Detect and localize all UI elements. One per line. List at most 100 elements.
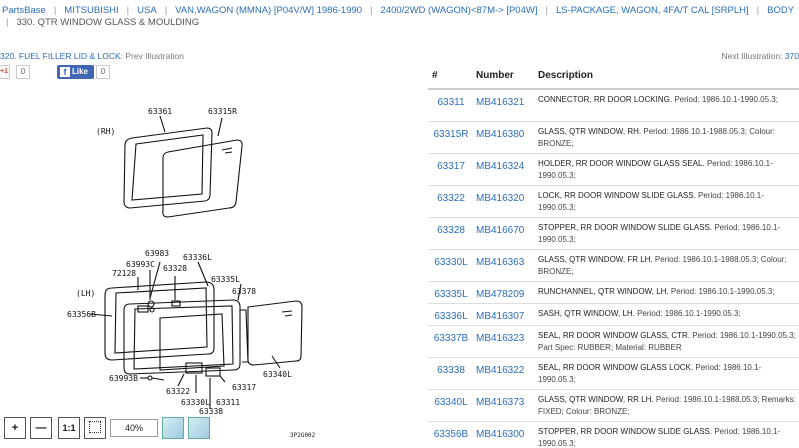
ref-number-link[interactable]: 63330L	[428, 248, 472, 281]
callout-63317: 63317	[232, 383, 256, 392]
ref-number-link[interactable]: 63328	[428, 216, 472, 249]
facebook-icon: f	[60, 67, 70, 77]
col-header-number-ref: #	[428, 63, 472, 90]
part-number-link[interactable]: MB416300	[472, 420, 534, 448]
lh-rear-glass	[247, 300, 303, 366]
part-description: HOLDER, RR DOOR WINDOW GLASS SEAL. Perio…	[534, 152, 799, 185]
part-number-link[interactable]: MB416320	[472, 184, 534, 217]
col-header-part-number: Number	[472, 63, 534, 90]
callout-63335l: 63335L	[211, 275, 240, 284]
table-row: 63317 MB416324 HOLDER, RR DOOR WINDOW GLAS…	[428, 152, 799, 185]
part-name: HOLDER, RR DOOR WINDOW GLASS SEAL.	[538, 158, 705, 168]
part-description: CONNECTOR, RR DOOR LOCKING. Period: 1986…	[534, 88, 799, 121]
part-detail: Period: 1986.10.1-1990.05.3;	[637, 308, 741, 318]
zoom-out-button[interactable]: —	[30, 417, 52, 439]
callout-63311: 63311	[216, 398, 240, 407]
gplus-button[interactable]: +1	[0, 65, 10, 79]
zoom-in-button[interactable]: +	[4, 417, 26, 439]
facebook-like-button[interactable]: f Like	[57, 65, 94, 79]
fit-window-icon	[89, 421, 101, 433]
thumbnail-2-icon[interactable]	[188, 417, 210, 439]
next-illustration-link[interactable]: 370	[785, 51, 799, 61]
ref-number-link[interactable]: 63338	[428, 356, 472, 389]
part-number-link[interactable]: MB416324	[472, 152, 534, 185]
thumbnail-1-icon[interactable]	[162, 417, 184, 439]
breadcrumb-model[interactable]: VAN,WAGON (MMNA) [P04V/W] 1986-1990	[175, 5, 362, 16]
part-detail: Period: 1986.10.1-1990.05.3;	[670, 286, 775, 296]
part-description: RUNCHANNEL, QTR WINDOW, LH. Period: 1986…	[534, 280, 799, 303]
breadcrumb-group[interactable]: BODY	[767, 5, 794, 16]
ref-number-link[interactable]: 63322	[428, 184, 472, 217]
table-row: 63338 MB416322 SEAL, RR DOOR WINDOW GLASS …	[428, 356, 799, 389]
zoom-level: 40%	[110, 419, 158, 437]
callout-63328: 63328	[163, 264, 187, 273]
callout-63322: 63322	[166, 387, 190, 396]
breadcrumb-partsbase[interactable]: PartsBase	[2, 5, 46, 16]
ref-number-link[interactable]: 63311	[428, 88, 472, 121]
callout-63330l: 63330L	[181, 398, 210, 407]
callout-63356b: 63356B	[67, 310, 96, 319]
part-name: GLASS, QTR WINDOW, RR LH.	[538, 394, 654, 404]
parts-table-container: # Number Description 63311 MB416321 CONNEC…	[428, 63, 799, 448]
viewer-toolbar: + — 1:1 40%	[4, 417, 224, 441]
ref-number-link[interactable]: 63356B	[428, 420, 472, 448]
part-name: SEAL, RR DOOR WINDOW GLASS, CTR.	[538, 330, 691, 340]
part-number-link[interactable]: MB416363	[472, 248, 534, 281]
part-description: SASH, QTR WINDOW, LH. Period: 1986.10.1-…	[534, 302, 799, 325]
part-description: STOPPER, RR DOOR WINDOW SLIDE GLASS. Per…	[534, 216, 799, 249]
ref-number-link[interactable]: 63335L	[428, 280, 472, 303]
table-row: 63315R MB416380 GLASS, QTR WINDOW, RH. Per…	[428, 120, 799, 153]
ref-number-link[interactable]: 63340L	[428, 388, 472, 421]
part-name: GLASS, QTR WINDOW, FR LH.	[538, 254, 653, 264]
part-name: SASH, QTR WINDOW, LH.	[538, 308, 635, 318]
part-name: RUNCHANNEL, QTR WINDOW, LH.	[538, 286, 669, 296]
ref-number-link[interactable]: 63317	[428, 152, 472, 185]
callout-rh: (RH)	[96, 127, 115, 136]
part-description: GLASS, QTR WINDOW, RH. Period: 1986.10.1…	[534, 120, 799, 153]
gplus-count: 0	[16, 65, 30, 79]
part-number-link[interactable]: MB416307	[472, 302, 534, 325]
part-number-link[interactable]: MB416321	[472, 88, 534, 121]
table-row: 63322 MB416320 LOCK, RR DOOR WINDOW SLIDE …	[428, 184, 799, 217]
part-name: GLASS, QTR WINDOW, RH.	[538, 126, 642, 136]
table-row: 63337B MB416323 SEAL, RR DOOR WINDOW GLASS…	[428, 324, 799, 357]
table-row: 63336L MB416307 SASH, QTR WINDOW, LH. Peri…	[428, 302, 799, 325]
part-description: SEAL, RR DOOR WINDOW GLASS, CTR. Period:…	[534, 324, 799, 357]
callout-63315r: 63315R	[208, 107, 237, 116]
parts-table: # Number Description 63311 MB416321 CONNEC…	[428, 63, 799, 448]
ref-number-link[interactable]: 63315R	[428, 120, 472, 153]
rh-frame-inner	[131, 134, 204, 201]
breadcrumb-make[interactable]: MITSUBISHI	[64, 5, 118, 16]
part-description: SEAL, RR DOOR WINDOW GLASS LOCK. Period:…	[534, 356, 799, 389]
part-detail: Period: 1986.10.1-1990.05.3;	[674, 95, 778, 104]
part-number-link[interactable]: MB416373	[472, 388, 534, 421]
social-buttons: +1 0 f Like 0	[0, 65, 130, 80]
callout-63361: 63361	[148, 107, 172, 116]
callout-63993c: 63993C	[126, 260, 155, 269]
callout-72128: 72128	[112, 269, 136, 278]
diagram-code: 3P2G002	[290, 432, 316, 439]
breadcrumb-package[interactable]: LS-PACKAGE, WAGON, 4FA/T CAL [SRPLH]	[556, 5, 749, 16]
fit-window-button[interactable]	[84, 417, 106, 439]
part-description: STOPPER, RR DOOR WINDOW SLIDE GLASS. Per…	[534, 420, 799, 448]
part-number-link[interactable]: MB416322	[472, 356, 534, 389]
breadcrumb-engine[interactable]: 2400/2WD (WAGON)<87M-> [P04W]	[381, 5, 538, 16]
ref-number-link[interactable]: 63336L	[428, 302, 472, 325]
part-number-link[interactable]: MB416323	[472, 324, 534, 357]
prev-illustration-link[interactable]: 320. FUEL FILLER LID & LOCK	[0, 51, 121, 61]
next-illustration: Next Illustration: 370	[722, 51, 799, 61]
part-description: GLASS, QTR WINDOW, RR LH. Period: 1986.1…	[534, 388, 799, 421]
breadcrumb-market[interactable]: USA	[137, 5, 157, 16]
actual-size-button[interactable]: 1:1	[58, 417, 80, 439]
part-number-link[interactable]: MB416380	[472, 120, 534, 153]
part-name: LOCK, RR DOOR WINDOW SLIDE GLASS.	[538, 190, 696, 200]
table-row: 63335L MB478209 RUNCHANNEL, QTR WINDOW, LH…	[428, 280, 799, 303]
like-label: Like	[72, 67, 89, 76]
part-number-link[interactable]: MB416670	[472, 216, 534, 249]
table-row: 63356B MB416300 STOPPER, RR DOOR WINDOW SL…	[428, 420, 799, 448]
like-count: 0	[96, 65, 110, 79]
part-number-link[interactable]: MB478209	[472, 280, 534, 303]
part-name: SEAL, RR DOOR WINDOW GLASS LOCK.	[538, 362, 694, 372]
ref-number-link[interactable]: 63337B	[428, 324, 472, 357]
next-illustration-prefix: Next Illustration:	[721, 51, 785, 61]
